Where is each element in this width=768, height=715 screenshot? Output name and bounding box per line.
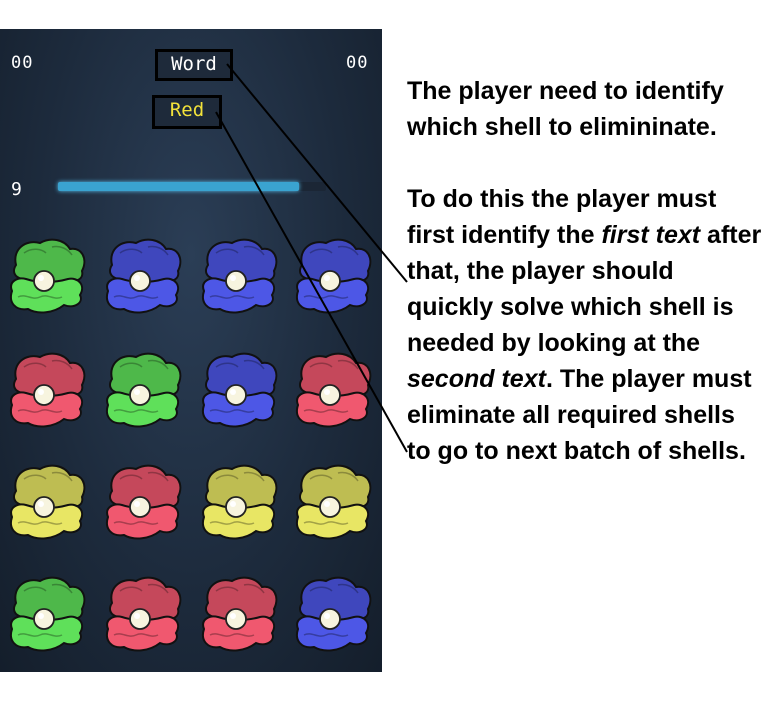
shell-blue-icon	[202, 238, 278, 314]
shell-yellow[interactable]	[194, 457, 282, 545]
shell-red[interactable]	[194, 569, 282, 657]
shell-blue-icon	[296, 238, 372, 314]
shell-red[interactable]	[98, 457, 186, 545]
instructions-text: The player need to identify which shell …	[407, 73, 762, 469]
shell-red[interactable]	[2, 345, 90, 433]
shell-red-icon	[10, 352, 86, 428]
instructions-paragraph-1: The player need to identify which shell …	[407, 77, 724, 141]
shell-red-icon	[296, 352, 372, 428]
shell-yellow-icon	[202, 464, 278, 540]
shell-red-icon	[106, 576, 182, 652]
instructions-paragraph-2: To do this the player must first identif…	[407, 181, 762, 469]
shell-blue-icon	[202, 352, 278, 428]
shell-blue-icon	[106, 238, 182, 314]
shell-green[interactable]	[2, 231, 90, 319]
shell-yellow-icon	[296, 464, 372, 540]
shell-blue-icon	[296, 576, 372, 652]
shell-blue[interactable]	[194, 231, 282, 319]
game-screen: 00 00 Word Red 9	[0, 29, 382, 672]
score-right: 00	[346, 53, 369, 73]
shell-blue[interactable]	[98, 231, 186, 319]
timer-bar-fill	[58, 182, 300, 191]
shell-red[interactable]	[288, 345, 376, 433]
shell-red-icon	[106, 464, 182, 540]
first-text-box: Word	[155, 49, 233, 81]
shell-green-icon	[106, 352, 182, 428]
first-text-emphasis: first text	[601, 221, 701, 249]
shell-yellow[interactable]	[2, 457, 90, 545]
shell-blue[interactable]	[288, 569, 376, 657]
shell-green[interactable]	[98, 345, 186, 433]
shell-yellow[interactable]	[288, 457, 376, 545]
shell-red[interactable]	[98, 569, 186, 657]
shell-yellow-icon	[10, 464, 86, 540]
shell-green[interactable]	[2, 569, 90, 657]
shell-green-icon	[10, 576, 86, 652]
shell-red-icon	[202, 576, 278, 652]
shell-blue[interactable]	[194, 345, 282, 433]
timer-bar	[58, 182, 326, 191]
second-text-box: Red	[152, 95, 222, 129]
score-left: 00	[11, 53, 34, 73]
shell-green-icon	[10, 238, 86, 314]
second-text-emphasis: second text	[407, 365, 546, 393]
shell-blue[interactable]	[288, 231, 376, 319]
timer-count: 9	[11, 179, 22, 200]
